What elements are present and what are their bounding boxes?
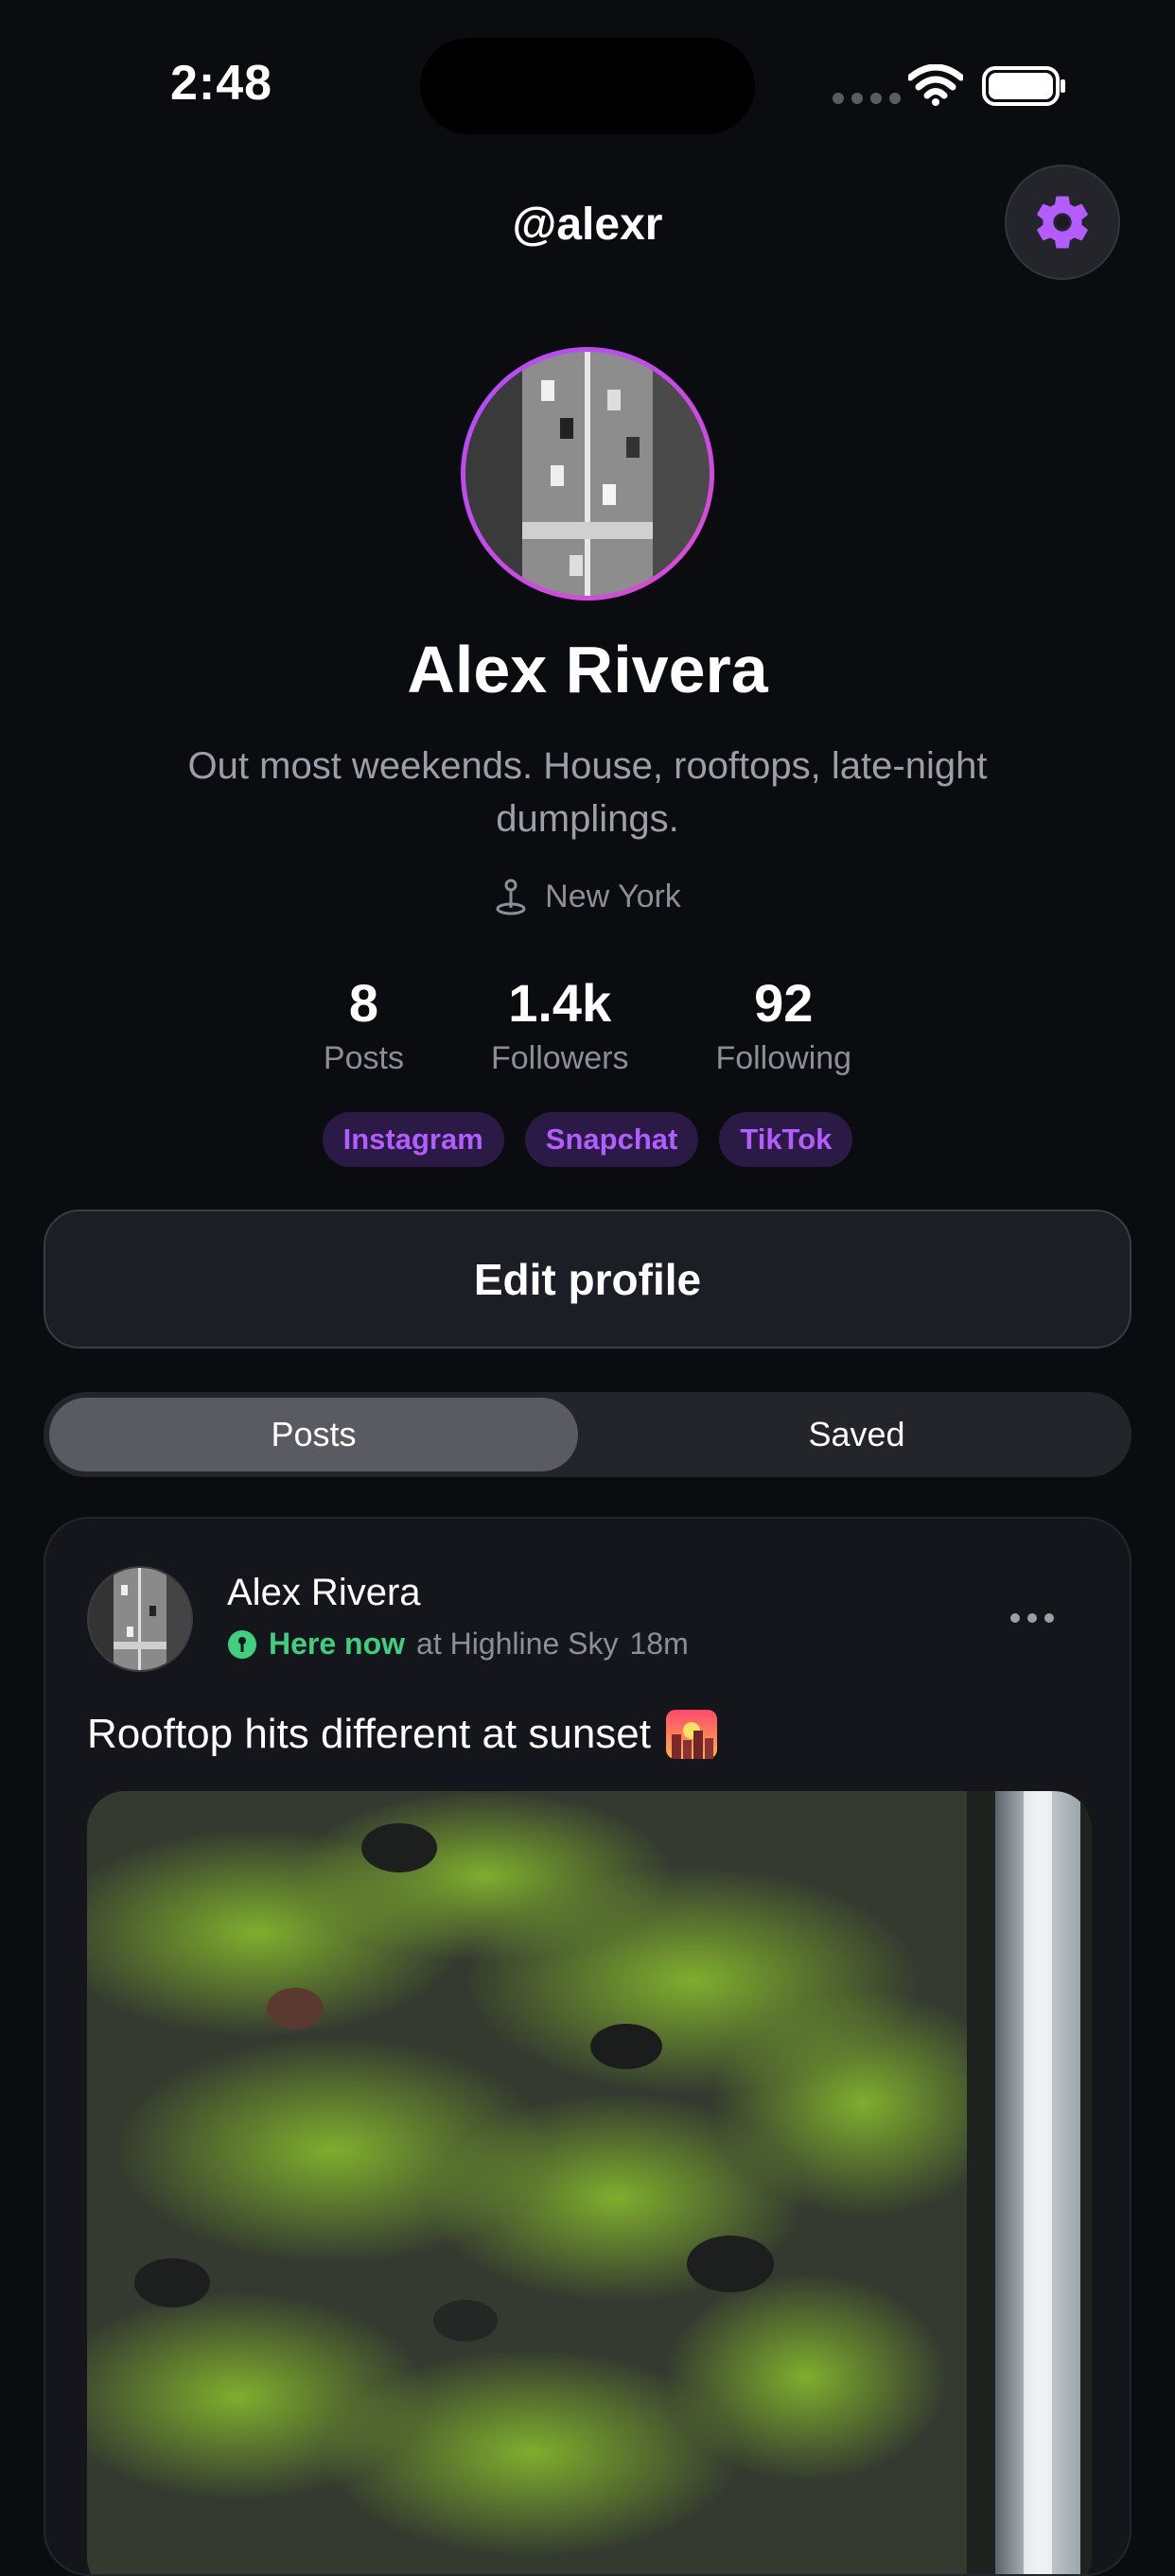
post-card[interactable]: Alex Rivera Here now at Highline Sky 18m… — [44, 1517, 1131, 2576]
edit-profile-button[interactable]: Edit profile — [44, 1210, 1131, 1349]
here-now-status: Here now — [269, 1627, 406, 1661]
post-caption: Rooftop hits different at sunset — [87, 1708, 719, 1761]
post-author-avatar[interactable] — [87, 1566, 193, 1672]
post-photo[interactable] — [87, 1791, 1092, 2574]
tab-posts[interactable]: Posts — [49, 1398, 578, 1471]
gear-icon — [1037, 196, 1088, 249]
post-meta: Here now at Highline Sky 18m — [227, 1627, 689, 1662]
stat-value: 92 — [754, 973, 814, 1033]
post-time: 18m — [629, 1627, 689, 1661]
post-venue[interactable]: at Highline Sky — [416, 1627, 618, 1662]
location-pin-icon — [496, 879, 526, 915]
stat-label: Following — [715, 1040, 852, 1076]
sunset-cityscape-emoji-icon — [666, 1710, 717, 1759]
profile-bio: Out most weekends. House, rooftops, late… — [187, 745, 988, 840]
stat-followers[interactable]: 1.4k Followers — [491, 972, 628, 1077]
social-links: Instagram Snapchat TikTok — [0, 1112, 1175, 1167]
profile-location: New York — [0, 878, 1175, 915]
post-author-name[interactable]: Alex Rivera — [227, 1572, 421, 1614]
profile-name: Alex Rivera — [407, 633, 768, 706]
battery-icon — [982, 66, 1065, 106]
social-chip-instagram[interactable]: Instagram — [322, 1112, 504, 1167]
stat-posts[interactable]: 8 Posts — [324, 972, 404, 1077]
profile-stats: 8 Posts 1.4k Followers 92 Following — [0, 972, 1175, 1077]
stat-value: 1.4k — [508, 973, 612, 1033]
profile-handle: @alexr — [512, 200, 663, 250]
stat-value: 8 — [348, 973, 379, 1033]
wifi-icon — [908, 64, 963, 106]
status-time: 2:48 — [170, 56, 273, 111]
tab-saved[interactable]: Saved — [588, 1398, 1126, 1471]
caption-text: Rooftop hits different at sunset — [87, 1711, 651, 1757]
cellular-signal-icon — [833, 93, 901, 104]
avatar-image — [465, 352, 710, 596]
stat-label: Followers — [490, 1040, 629, 1076]
dynamic-island — [420, 38, 755, 134]
status-bar: 2:48 — [0, 0, 1175, 142]
here-now-pin-icon — [228, 1629, 256, 1659]
social-chip-snapchat[interactable]: Snapchat — [524, 1112, 699, 1167]
location-label: New York — [545, 878, 681, 914]
more-options-icon[interactable] — [1010, 1613, 1054, 1623]
social-chip-tiktok[interactable]: TikTok — [719, 1112, 853, 1167]
profile-avatar[interactable] — [461, 347, 714, 600]
settings-button[interactable] — [1005, 165, 1120, 280]
stat-label: Posts — [323, 1040, 404, 1076]
stat-following[interactable]: 92 Following — [715, 972, 851, 1077]
profile-tabs: Posts Saved — [44, 1392, 1131, 1477]
